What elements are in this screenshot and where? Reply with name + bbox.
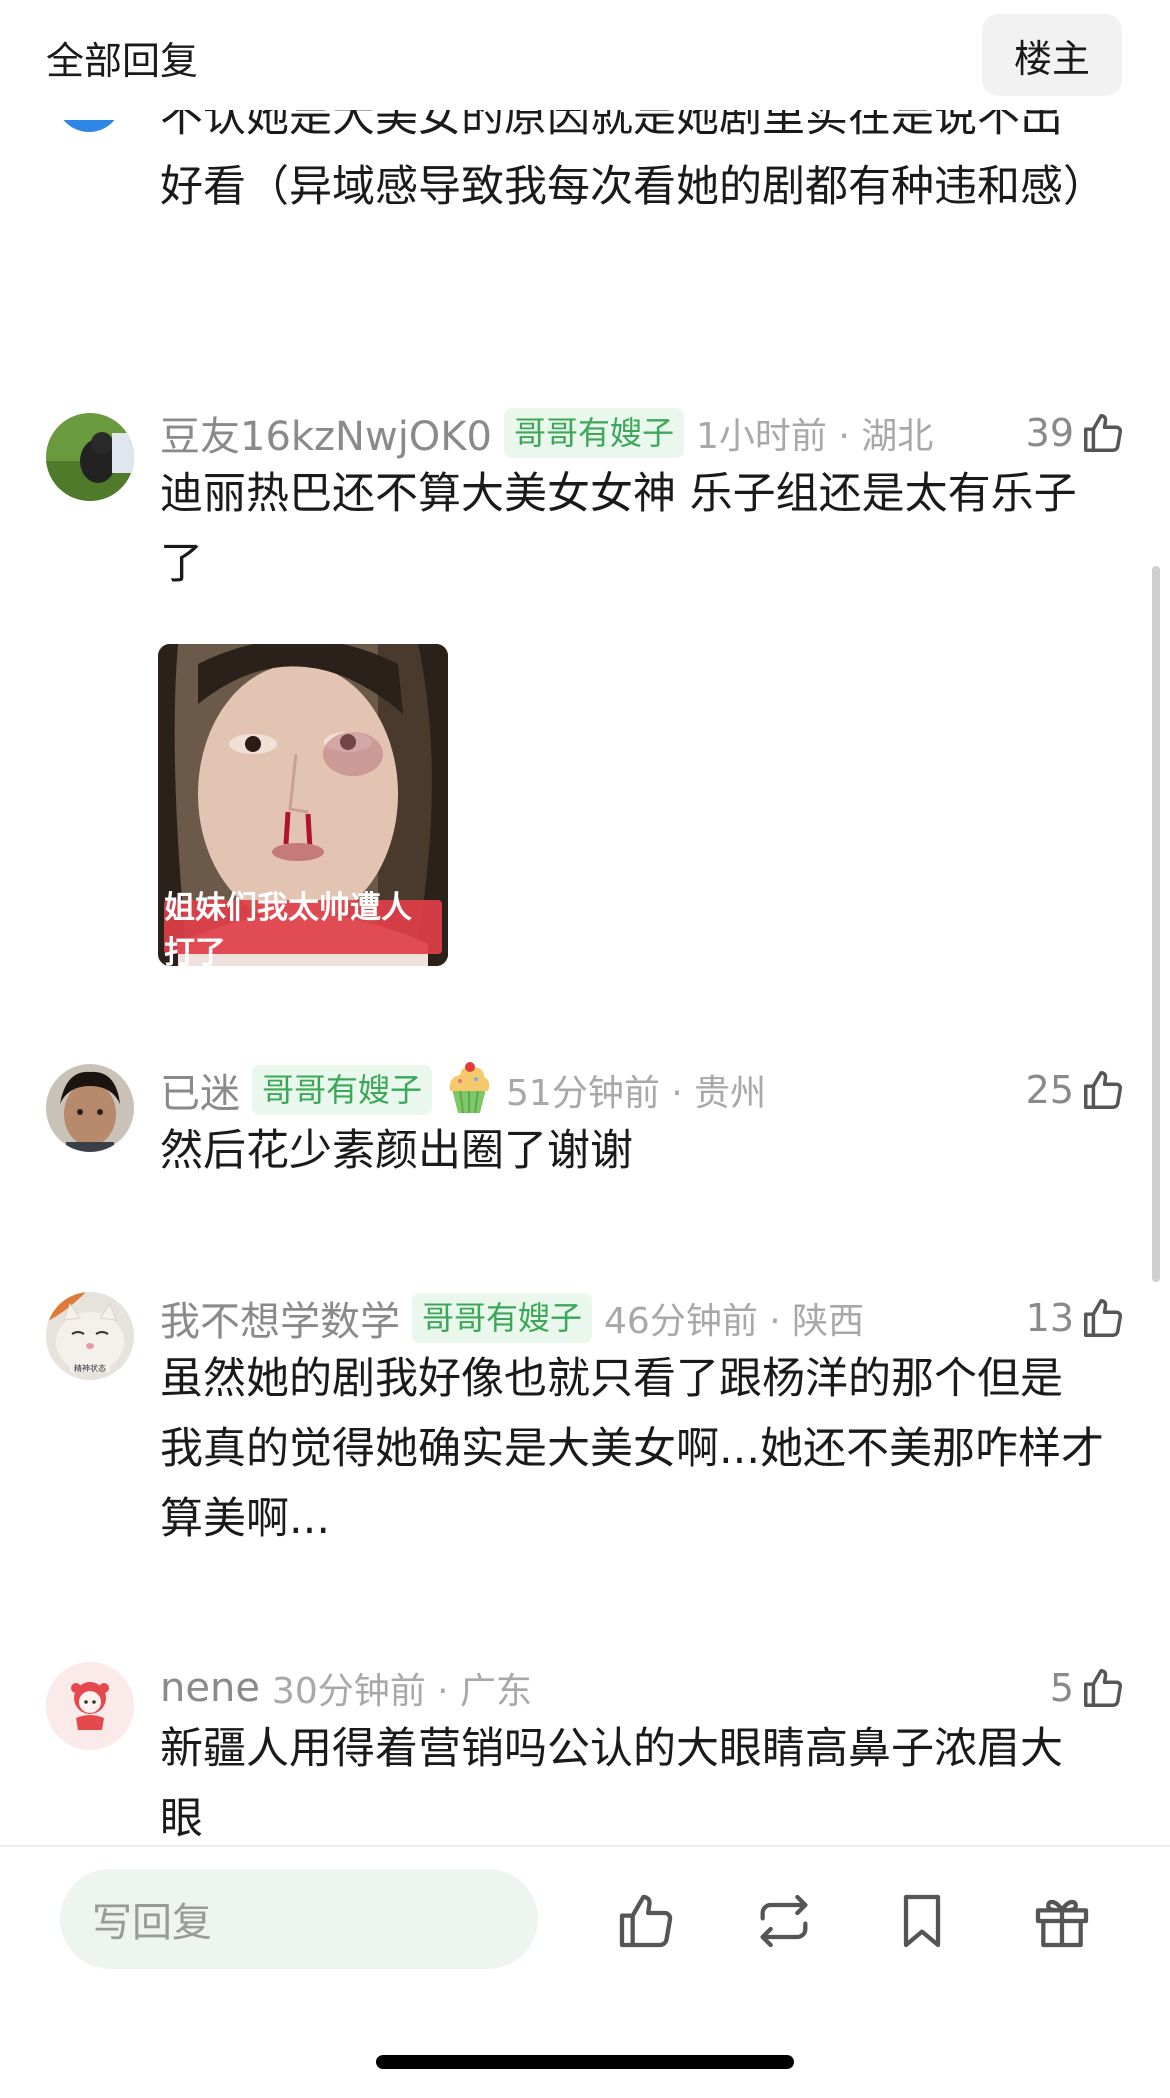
like-count: 13 bbox=[1025, 1296, 1074, 1340]
svg-text:精神状态: 精神状态 bbox=[74, 1363, 106, 1373]
repost-icon[interactable] bbox=[752, 1889, 816, 1953]
avatar[interactable] bbox=[46, 1662, 134, 1750]
comment-text: 虽然她的剧我好像也就只看了跟杨洋的那个但是我真的觉得她确实是大美女啊...她还不… bbox=[160, 1354, 1105, 1544]
time-location: 46分钟前 · 陕西 bbox=[604, 1301, 865, 1342]
page-title: 全部回复 bbox=[46, 39, 199, 83]
comment-meta: 已迷 哥哥有嫂子 51分钟前 · 贵州 bbox=[160, 1060, 766, 1120]
home-indicator bbox=[376, 2055, 794, 2069]
username[interactable]: 已迷 bbox=[160, 1061, 240, 1119]
fan-badge[interactable]: 哥哥有嫂子 bbox=[412, 1293, 593, 1343]
fan-badge[interactable]: 哥哥有嫂子 bbox=[252, 1065, 433, 1115]
username[interactable]: 我不想学数学 bbox=[160, 1289, 400, 1347]
bookmark-icon[interactable] bbox=[890, 1889, 954, 1953]
comment-meta: 我不想学数学 哥哥有嫂子 46分钟前 · 陕西 bbox=[160, 1288, 864, 1348]
like-button[interactable]: 13 bbox=[1026, 1288, 1126, 1348]
fan-badge[interactable]: 哥哥有嫂子 bbox=[503, 408, 684, 458]
username[interactable]: 豆友16kzNwjOK0 bbox=[160, 404, 492, 462]
thumbs-up-icon[interactable] bbox=[1080, 1067, 1126, 1113]
like-icon[interactable] bbox=[614, 1889, 678, 1953]
like-count: 5 bbox=[1049, 1666, 1074, 1710]
like-count: 25 bbox=[1025, 1068, 1074, 1112]
avatar[interactable] bbox=[46, 1064, 134, 1152]
reply-input[interactable]: 写回复 bbox=[60, 1869, 538, 1969]
thumbs-up-icon[interactable] bbox=[1080, 1295, 1126, 1341]
header: 全部回复 楼主 bbox=[0, 0, 1170, 110]
like-count: 39 bbox=[1025, 411, 1074, 455]
thumbs-up-icon[interactable] bbox=[1080, 1665, 1126, 1711]
comment-image[interactable]: 姐妹们我太帅遭人打了 bbox=[158, 644, 448, 966]
like-button[interactable]: 25 bbox=[1026, 1060, 1126, 1120]
time-location: 51分钟前 · 贵州 bbox=[506, 1073, 767, 1114]
like-button[interactable]: 5 bbox=[1050, 1658, 1126, 1718]
gift-icon[interactable] bbox=[1030, 1889, 1094, 1953]
comment-meta: nene 30分钟前 · 广东 bbox=[160, 1658, 532, 1718]
thumbs-up-icon[interactable] bbox=[1080, 410, 1126, 456]
bottom-action-bar: 写回复 bbox=[0, 1845, 1170, 2098]
like-button[interactable]: 39 bbox=[1026, 403, 1126, 463]
time-location: 1小时前 · 湖北 bbox=[696, 416, 934, 457]
image-caption: 姐妹们我太帅遭人打了 bbox=[164, 890, 442, 966]
comment-text: 新疆人用得着营销吗公认的大眼睛高鼻子浓眉大眼 bbox=[160, 1724, 1063, 1844]
cupcake-icon bbox=[444, 1061, 494, 1119]
avatar[interactable]: 精神状态 bbox=[46, 1292, 134, 1380]
username[interactable]: nene bbox=[160, 1665, 260, 1711]
time-location: 30分钟前 · 广东 bbox=[271, 1671, 533, 1712]
scrollbar[interactable] bbox=[1152, 566, 1160, 1282]
op-filter-button[interactable]: 楼主 bbox=[982, 14, 1122, 96]
comment-meta: 豆友16kzNwjOK0 哥哥有嫂子 1小时前 · 湖北 bbox=[160, 403, 933, 463]
comment-text: 迪丽热巴还不算大美女女神 乐子组还是太有乐子了 bbox=[160, 469, 1077, 589]
avatar[interactable] bbox=[46, 413, 134, 501]
comment-text: 然后花少素颜出圈了谢谢 bbox=[160, 1126, 633, 1176]
